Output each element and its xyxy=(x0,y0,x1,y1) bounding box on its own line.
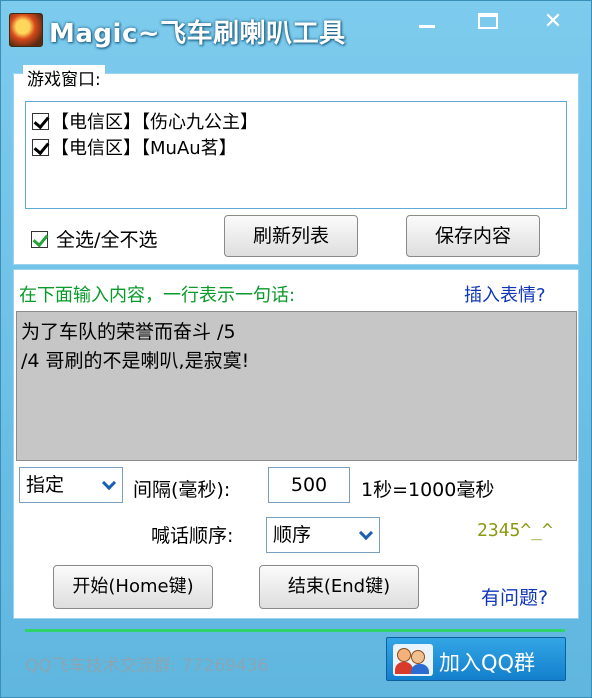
version-text: 2345^_^ xyxy=(477,520,553,541)
start-button[interactable]: 开始(Home键) xyxy=(53,565,213,609)
interval-label: 间隔(毫秒): xyxy=(133,479,231,501)
game-window-label: 【电信区】【MuAu茗】 xyxy=(51,138,237,159)
mode-select-value: 指定 xyxy=(26,474,65,496)
checkbox-checked-icon[interactable] xyxy=(32,113,49,130)
chevron-down-icon xyxy=(101,475,117,491)
app-window: Magic~飞车刷喇叭工具 ✕ 游戏窗口: 【电信区】【伤心九公主】 【电信区】… xyxy=(0,0,592,698)
minimize-icon xyxy=(419,25,435,28)
select-all-checkbox[interactable]: 全选/全不选 xyxy=(31,225,157,252)
select-all-label: 全选/全不选 xyxy=(56,229,158,251)
window-title: Magic~飞车刷喇叭工具 xyxy=(49,19,346,49)
message-textarea[interactable]: 为了车队的荣誉而奋斗 /5 /4 哥刷的不是喇叭,是寂寞! xyxy=(16,311,577,461)
interval-note: 1秒=1000毫秒 xyxy=(361,479,495,501)
chevron-down-icon xyxy=(358,525,374,541)
maximize-icon xyxy=(478,13,498,29)
checkbox-checked-icon[interactable] xyxy=(31,231,48,248)
game-window-legend: 游戏窗口: xyxy=(23,65,105,90)
qq-group-text: QQ飞车技术交流群: 77269436 xyxy=(25,656,269,676)
message-line: 为了车队的荣誉而奋斗 /5 xyxy=(21,321,236,343)
mode-select[interactable]: 指定 xyxy=(19,467,123,503)
insert-emoji-link[interactable]: 插入表情? xyxy=(464,281,546,307)
close-button[interactable]: ✕ xyxy=(527,9,579,37)
message-hint: 在下面输入内容，一行表示一句话: xyxy=(19,285,296,306)
order-select[interactable]: 顺序 xyxy=(266,517,380,553)
minimize-button[interactable] xyxy=(399,9,451,37)
order-label: 喊话顺序: xyxy=(151,525,234,547)
interval-input[interactable]: 500 xyxy=(268,467,350,503)
list-item[interactable]: 【电信区】【MuAu茗】 xyxy=(32,134,237,160)
join-qq-group-button[interactable]: 加入QQ群 xyxy=(386,637,566,681)
game-window-label: 【电信区】【伤心九公主】 xyxy=(51,112,258,133)
stop-button[interactable]: 结束(End键) xyxy=(259,565,419,609)
join-qq-group-label: 加入QQ群 xyxy=(439,651,536,675)
save-content-button[interactable]: 保存内容 xyxy=(406,215,540,257)
order-select-value: 顺序 xyxy=(273,524,312,546)
title-bar[interactable]: Magic~飞车刷喇叭工具 ✕ xyxy=(1,1,591,63)
game-window-list[interactable]: 【电信区】【伤心九公主】 【电信区】【MuAu茗】 xyxy=(25,101,567,209)
checkbox-checked-icon[interactable] xyxy=(32,139,49,156)
list-item[interactable]: 【电信区】【伤心九公主】 xyxy=(32,108,258,134)
footer-divider xyxy=(25,629,565,632)
friends-icon xyxy=(393,644,433,676)
refresh-list-button[interactable]: 刷新列表 xyxy=(224,215,358,257)
help-link[interactable]: 有问题? xyxy=(481,583,548,610)
app-logo-icon xyxy=(9,13,43,47)
message-line: /4 哥刷的不是喇叭,是寂寞! xyxy=(21,350,250,372)
